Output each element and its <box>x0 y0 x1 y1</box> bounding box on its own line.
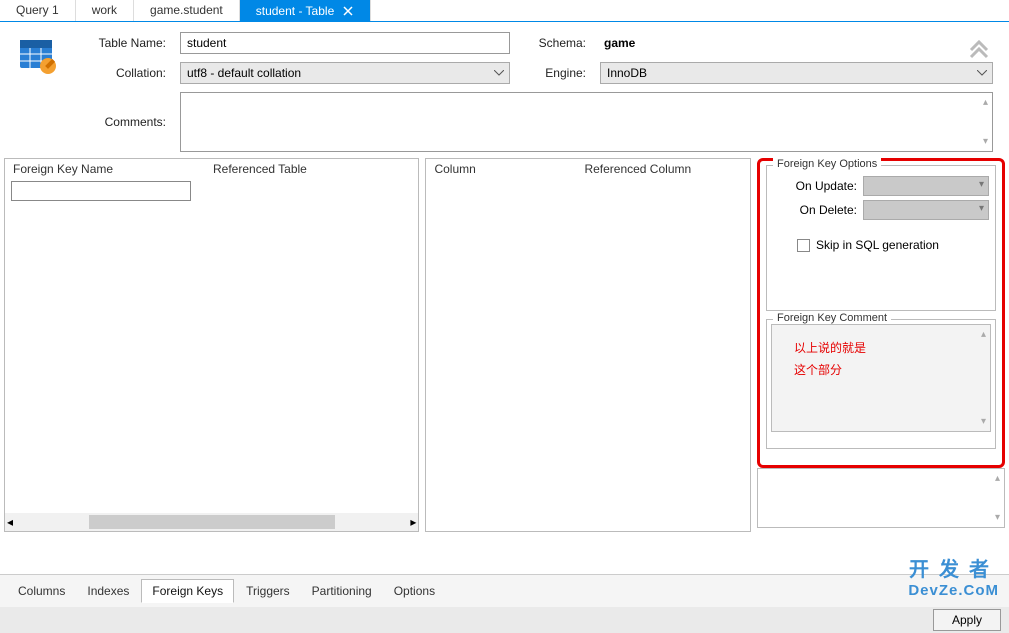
table-icon <box>16 36 60 80</box>
scroll-right-icon[interactable]: ▸ <box>410 515 416 529</box>
collapse-icon[interactable] <box>967 36 991 60</box>
fk-list-panel: Foreign Key Name Referenced Table ◂ ▸ <box>4 158 419 532</box>
scroll-down-icon[interactable]: ▾ <box>983 136 988 147</box>
on-update-select[interactable]: ▾ <box>863 176 989 196</box>
collation-select[interactable]: utf8 - default collation <box>180 62 510 84</box>
tab-label: work <box>92 3 117 17</box>
fk-comment-title: Foreign Key Comment <box>773 312 891 324</box>
scroll-up-icon[interactable]: ▴ <box>995 473 1000 484</box>
fk-comment-textarea[interactable]: 以上说的就是 这个部分 ▴ ▾ <box>771 324 991 432</box>
collation-value: utf8 - default collation <box>187 66 301 80</box>
scroll-down-icon[interactable]: ▾ <box>981 416 986 427</box>
engine-label: Engine: <box>520 66 590 80</box>
col-ref-table[interactable]: Referenced Table <box>205 159 315 179</box>
tab-label: Query 1 <box>16 3 59 17</box>
col-ref-column[interactable]: Referenced Column <box>576 159 699 179</box>
tab-label: student - Table <box>256 4 335 18</box>
chevron-down-icon: ▾ <box>979 179 984 190</box>
schema-value: game <box>600 36 993 50</box>
collation-label: Collation: <box>70 66 170 80</box>
apply-button[interactable]: Apply <box>933 609 1001 631</box>
on-update-label: On Update: <box>773 179 863 193</box>
col-fk-name[interactable]: Foreign Key Name <box>5 159 205 179</box>
tab-foreign-keys[interactable]: Foreign Keys <box>141 579 234 603</box>
extra-panel: ▴ ▾ <box>757 468 1005 528</box>
annotation-text: 以上说的就是 这个部分 <box>794 337 866 382</box>
scroll-up-icon[interactable]: ▴ <box>983 97 988 108</box>
tab-indexes[interactable]: Indexes <box>77 580 139 602</box>
scroll-down-icon[interactable]: ▾ <box>995 512 1000 523</box>
schema-label: Schema: <box>520 36 590 50</box>
col-column[interactable]: Column <box>426 159 576 179</box>
table-properties-form: Table Name: Schema: game Collation: utf8… <box>0 22 1009 158</box>
tab-label: game.student <box>150 3 223 17</box>
skip-sql-checkbox[interactable] <box>797 239 810 252</box>
comments-textarea[interactable]: ▴ ▾ <box>180 92 993 152</box>
tab-student-table[interactable]: student - Table <box>240 0 372 21</box>
close-icon[interactable] <box>342 5 354 17</box>
fk-columns-panel: Column Referenced Column <box>425 158 751 532</box>
tab-columns[interactable]: Columns <box>8 580 75 602</box>
tab-options[interactable]: Options <box>384 580 445 602</box>
editor-tab-bar: Query 1 work game.student student - Tabl… <box>0 0 1009 22</box>
fk-options-panel: Foreign Key Options On Update: ▾ On Dele… <box>757 158 1005 468</box>
horizontal-scrollbar[interactable]: ◂ ▸ <box>5 513 418 531</box>
comments-label: Comments: <box>70 115 170 129</box>
fk-options-title: Foreign Key Options <box>773 158 881 170</box>
engine-select[interactable]: InnoDB <box>600 62 993 84</box>
tab-game-student[interactable]: game.student <box>134 0 240 21</box>
tab-query1[interactable]: Query 1 <box>0 0 76 21</box>
scroll-left-icon[interactable]: ◂ <box>7 515 13 529</box>
engine-value: InnoDB <box>607 66 647 80</box>
scrollbar-thumb[interactable] <box>89 515 335 529</box>
scroll-up-icon[interactable]: ▴ <box>981 329 986 340</box>
fk-grid-body[interactable] <box>5 179 418 513</box>
foreign-keys-editor: Foreign Key Name Referenced Table ◂ ▸ Co… <box>0 158 1009 532</box>
table-name-label: Table Name: <box>70 36 170 50</box>
footer-bar: Apply <box>0 607 1009 633</box>
tab-triggers[interactable]: Triggers <box>236 580 300 602</box>
fk-name-input[interactable] <box>11 181 191 201</box>
chevron-down-icon: ▾ <box>979 203 984 214</box>
skip-sql-label: Skip in SQL generation <box>816 238 939 252</box>
table-name-input[interactable] <box>180 32 510 54</box>
tab-partitioning[interactable]: Partitioning <box>302 580 382 602</box>
on-delete-label: On Delete: <box>773 203 863 217</box>
table-editor-tabs: Columns Indexes Foreign Keys Triggers Pa… <box>0 574 1009 607</box>
tab-work[interactable]: work <box>76 0 134 21</box>
on-delete-select[interactable]: ▾ <box>863 200 989 220</box>
